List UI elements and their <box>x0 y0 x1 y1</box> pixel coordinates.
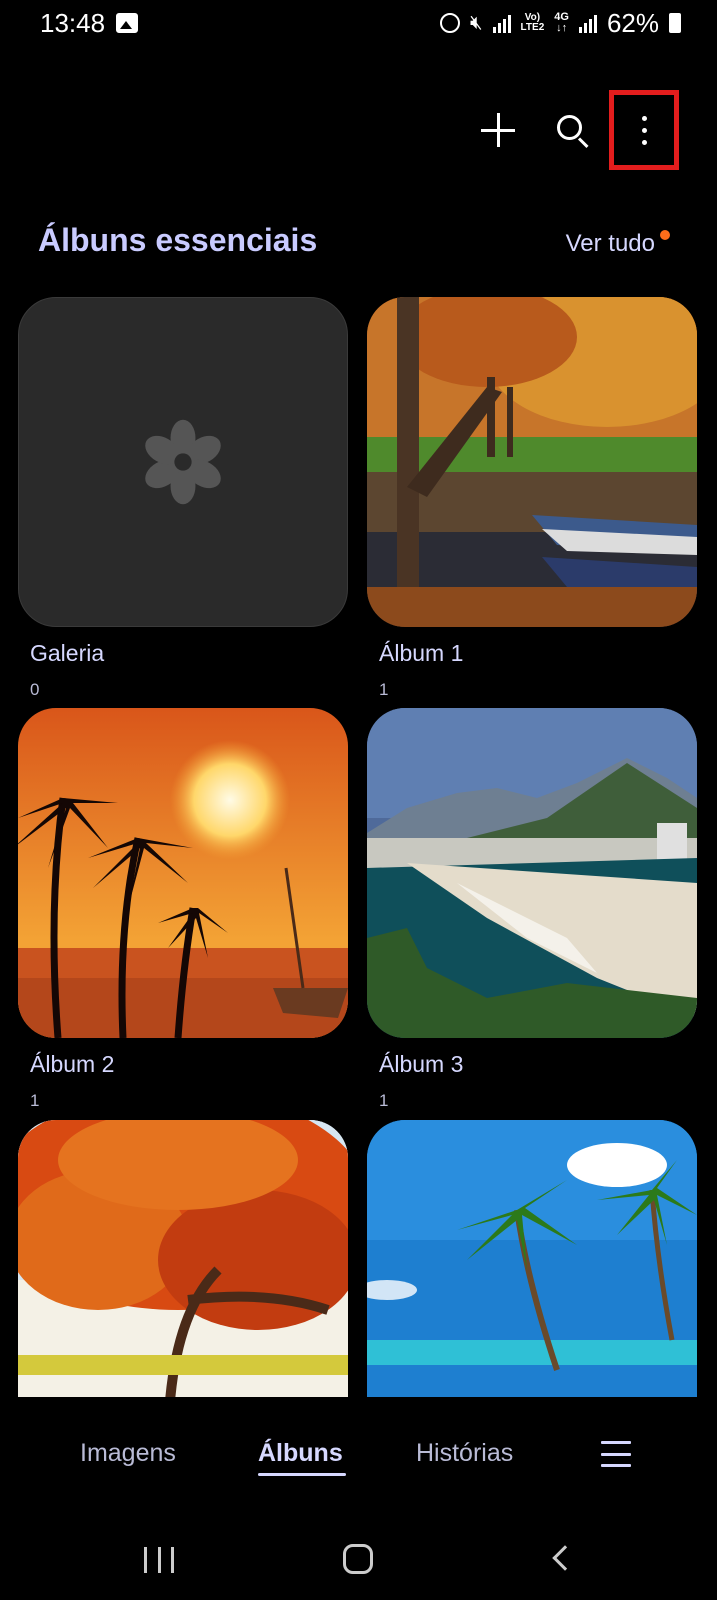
tab-historias[interactable]: Histórias <box>416 1439 513 1468</box>
network-type-icon: 4G ↓↑ <box>554 11 569 34</box>
album-name: Álbum 2 <box>30 1051 115 1077</box>
search-button[interactable] <box>535 90 609 170</box>
plus-icon <box>481 113 515 147</box>
album-card-album-2[interactable]: Álbum 2 1 <box>18 708 348 1110</box>
tab-albuns[interactable]: Álbuns <box>258 1439 343 1468</box>
sunset-beach-image <box>18 708 348 1038</box>
beach-city-image <box>367 708 697 1038</box>
status-icons: 🔇︎ Vo) LTE2 4G ↓↑ 62% <box>439 7 681 38</box>
image-notification-icon <box>116 13 138 33</box>
signal-icon <box>492 13 511 33</box>
add-button[interactable] <box>461 90 535 170</box>
album-card-5[interactable] <box>18 1120 348 1397</box>
back-icon[interactable] <box>552 1545 578 1571</box>
album-card-album-1[interactable]: Álbum 1 1 <box>367 297 697 699</box>
tab-imagens[interactable]: Imagens <box>80 1439 176 1468</box>
home-icon[interactable] <box>343 1544 373 1574</box>
album-card-galeria[interactable]: Galeria 0 <box>18 297 348 699</box>
autumn-lake-image <box>367 297 697 627</box>
album-thumbnail <box>367 708 697 1038</box>
battery-icon <box>669 13 681 33</box>
signal-icon-2 <box>578 13 597 33</box>
album-thumbnail <box>367 297 697 627</box>
lte-label: LTE2 <box>520 22 545 33</box>
album-card-6[interactable] <box>367 1120 697 1397</box>
status-bar: 13:48 🔇︎ Vo) LTE2 4G ↓↑ 62% <box>0 0 717 48</box>
album-thumbnail <box>367 1120 697 1397</box>
search-icon <box>555 113 589 149</box>
album-name: Galeria <box>30 640 105 666</box>
album-name: Álbum 3 <box>379 1051 464 1077</box>
album-count: 1 <box>30 1091 40 1110</box>
hamburger-menu-icon[interactable] <box>601 1441 631 1467</box>
album-grid: Galeria 0 Álbum 1 1 Álbum 2 1 Álbum 3 1 <box>0 290 717 1397</box>
status-time: 13:48 <box>40 8 106 38</box>
flower-icon <box>145 419 221 505</box>
mute-icon: 🔇︎ <box>469 11 483 34</box>
network-label: 4G <box>554 11 569 23</box>
recents-icon[interactable] <box>144 1547 174 1573</box>
album-count: 1 <box>379 680 389 699</box>
album-count: 0 <box>30 680 40 699</box>
system-navigation-bar <box>0 1517 717 1600</box>
album-count: 1 <box>379 1091 389 1110</box>
bottom-navigation: Imagens Álbuns Histórias <box>0 1397 717 1517</box>
more-vertical-icon <box>641 115 647 145</box>
palm-beach-image <box>367 1120 697 1397</box>
album-card-album-3[interactable]: Álbum 3 1 <box>367 708 697 1110</box>
active-tab-indicator <box>258 1473 346 1476</box>
album-thumbnail <box>18 297 348 627</box>
album-thumbnail <box>18 1120 348 1397</box>
battery-percent: 62% <box>606 7 659 38</box>
action-bar <box>461 90 679 170</box>
section-title: Álbuns essenciais <box>38 222 318 258</box>
more-options-button[interactable] <box>609 90 679 170</box>
autumn-tree-image <box>18 1120 348 1397</box>
new-badge-dot <box>660 230 670 240</box>
alarm-icon <box>439 13 460 33</box>
see-all-link[interactable]: Ver tudo <box>566 230 655 258</box>
album-name: Álbum 1 <box>379 640 464 666</box>
volte-icon: Vo) LTE2 <box>521 13 545 33</box>
album-thumbnail <box>18 708 348 1038</box>
